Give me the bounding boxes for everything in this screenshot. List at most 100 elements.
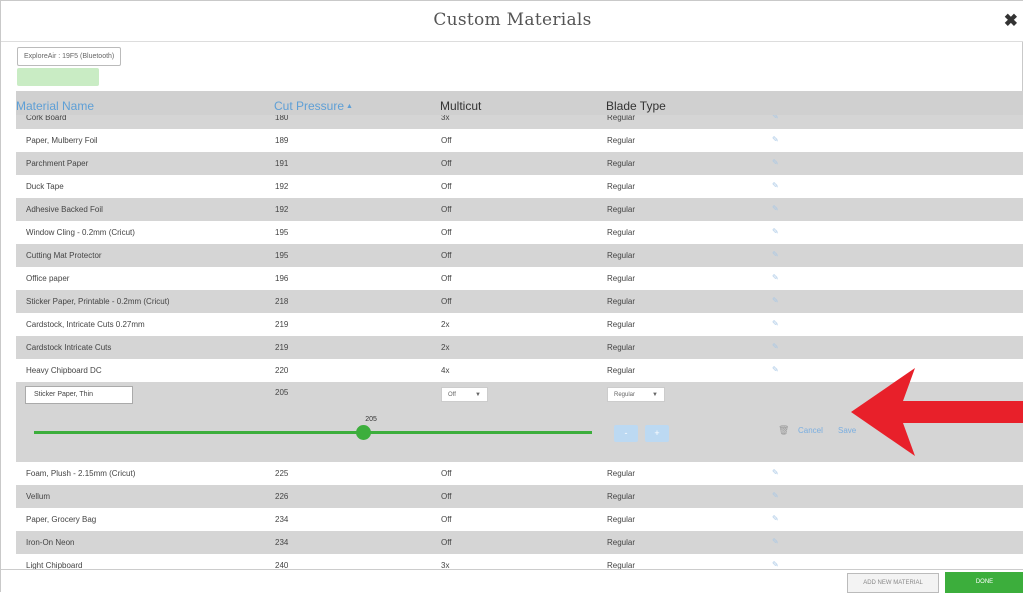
- close-icon[interactable]: ✖: [1004, 11, 1018, 31]
- cut-pressure-cell: 219: [275, 343, 289, 352]
- table-row[interactable]: Vellum 226 Off Regular ✎: [16, 485, 1023, 508]
- column-header-multicut: Multicut: [440, 99, 482, 113]
- dialog-title: Custom Materials: [433, 10, 592, 30]
- blade-type-cell: Regular: [607, 136, 636, 145]
- cancel-button[interactable]: Cancel: [798, 426, 823, 435]
- material-name-input[interactable]: Sticker Paper, Thin: [25, 386, 133, 404]
- table-row[interactable]: Window Cling - 0.2mm (Cricut) 195 Off Regul…: [16, 221, 1023, 244]
- table-row[interactable]: Iron-On Neon 234 Off Regular ✎: [16, 531, 1023, 554]
- cut-pressure-cell: 192: [275, 205, 289, 214]
- blade-type-cell: Regular: [607, 182, 636, 191]
- edit-icon[interactable]: ✎: [772, 250, 779, 259]
- cut-pressure-header-label: Cut Pressure: [274, 99, 345, 113]
- table-row[interactable]: Cardstock, Intricate Cuts 0.27mm 219 2x Reg…: [16, 313, 1023, 336]
- pressure-slider-value: 205: [365, 416, 377, 423]
- pressure-increment-button[interactable]: +: [645, 425, 669, 442]
- multicut-select[interactable]: Off ▼: [441, 387, 488, 402]
- trash-icon[interactable]: 🗑: [778, 425, 789, 436]
- table-row[interactable]: Cardstock Intricate Cuts 219 2x Regular ✎: [16, 336, 1023, 359]
- edit-icon[interactable]: ✎: [772, 365, 779, 374]
- done-button[interactable]: DONE: [945, 572, 1023, 593]
- edit-icon[interactable]: ✎: [772, 227, 779, 236]
- blade-type-cell: Regular: [607, 297, 636, 306]
- edit-icon[interactable]: ✎: [772, 296, 779, 305]
- edit-icon[interactable]: ✎: [772, 273, 779, 282]
- blade-type-select[interactable]: Regular ▼: [607, 387, 665, 402]
- chevron-down-icon: ▼: [652, 392, 658, 398]
- material-name-cell: Adhesive Backed Foil: [26, 205, 103, 214]
- edit-icon[interactable]: ✎: [772, 560, 779, 569]
- table-header: Material Name Cut Pressure ▲ Multicut Bla…: [16, 91, 1023, 115]
- multicut-cell: Off: [441, 251, 452, 260]
- material-name-cell: Cutting Mat Protector: [26, 251, 102, 260]
- blade-type-cell: Regular: [607, 366, 636, 375]
- cut-pressure-cell: 195: [275, 251, 289, 260]
- materials-table: Material Name Cut Pressure ▲ Multicut Bla…: [16, 91, 1023, 569]
- red-arrow-annotation: [851, 368, 1023, 456]
- edit-icon[interactable]: ✎: [772, 468, 779, 477]
- material-name-cell: Heavy Chipboard DC: [26, 366, 102, 375]
- column-header-cut-pressure[interactable]: Cut Pressure ▲: [274, 99, 353, 113]
- edit-icon[interactable]: ✎: [772, 319, 779, 328]
- pressure-decrement-button[interactable]: -: [614, 425, 638, 442]
- multicut-cell: Off: [441, 492, 452, 501]
- pressure-slider-handle[interactable]: [356, 425, 372, 440]
- blade-type-cell: Regular: [607, 343, 636, 352]
- pressure-slider-track[interactable]: [34, 431, 592, 434]
- table-row[interactable]: Office paper 196 Off Regular ✎: [16, 267, 1023, 290]
- machine-selector[interactable]: ExploreAir : 19F5 (Bluetooth): [17, 47, 122, 66]
- cut-pressure-cell: 219: [275, 320, 289, 329]
- table-row[interactable]: Paper, Mulberry Foil 189 Off Regular ✎: [16, 129, 1023, 152]
- cut-pressure-cell: 218: [275, 297, 289, 306]
- table-row[interactable]: Foam, Plush - 2.15mm (Cricut) 225 Off Regul…: [16, 462, 1023, 485]
- material-name-cell: Light Chipboard: [26, 561, 83, 569]
- table-row[interactable]: Parchment Paper 191 Off Regular ✎: [16, 152, 1023, 175]
- table-row[interactable]: Cutting Mat Protector 195 Off Regular ✎: [16, 244, 1023, 267]
- cut-pressure-cell: 225: [275, 469, 289, 478]
- sort-ascending-icon: ▲: [346, 103, 353, 111]
- edit-icon[interactable]: ✎: [772, 181, 779, 190]
- multicut-cell: Off: [441, 159, 452, 168]
- blade-type-cell: Regular: [607, 274, 636, 283]
- multicut-cell: Off: [441, 274, 452, 283]
- cut-pressure-cell: 220: [275, 366, 289, 375]
- edit-icon[interactable]: ✎: [772, 135, 779, 144]
- multicut-cell: Off: [441, 228, 452, 237]
- table-row[interactable]: Light Chipboard 240 3x Regular ✎: [16, 554, 1023, 569]
- multicut-cell: Off: [441, 136, 452, 145]
- arrow-shape: [851, 368, 1023, 456]
- add-new-material-button[interactable]: ADD NEW MATERIAL: [847, 573, 939, 593]
- edit-icon[interactable]: ✎: [772, 514, 779, 523]
- blade-select-value: Regular: [614, 392, 636, 398]
- blade-type-cell: Regular: [607, 320, 636, 329]
- table-row[interactable]: Paper, Grocery Bag 234 Off Regular ✎: [16, 508, 1023, 531]
- column-header-material-name[interactable]: Material Name: [16, 99, 94, 113]
- table-row[interactable]: Adhesive Backed Foil 192 Off Regular ✎: [16, 198, 1023, 221]
- edit-icon[interactable]: ✎: [772, 537, 779, 546]
- edit-icon[interactable]: ✎: [772, 342, 779, 351]
- title-bar: Custom Materials ✖: [1, 1, 1023, 42]
- green-action-button[interactable]: [17, 68, 99, 86]
- edit-icon[interactable]: ✎: [772, 204, 779, 213]
- multicut-cell: 4x: [441, 366, 450, 375]
- table-row[interactable]: Duck Tape 192 Off Regular ✎: [16, 175, 1023, 198]
- cut-pressure-cell: 234: [275, 538, 289, 547]
- blade-type-cell: Regular: [607, 251, 636, 260]
- material-name-cell: Iron-On Neon: [26, 538, 75, 547]
- multicut-cell: Off: [441, 297, 452, 306]
- edit-icon[interactable]: ✎: [772, 491, 779, 500]
- blade-type-cell: Regular: [607, 538, 636, 547]
- table-row[interactable]: Sticker Paper, Printable - 0.2mm (Cricut…: [16, 290, 1023, 313]
- multicut-cell: 2x: [441, 343, 450, 352]
- dialog-footer: ADD NEW MATERIAL DONE: [1, 569, 1023, 594]
- cut-pressure-cell: 226: [275, 492, 289, 501]
- column-header-blade-type: Blade Type: [606, 99, 666, 113]
- multicut-cell: 2x: [441, 320, 450, 329]
- blade-type-cell: Regular: [607, 228, 636, 237]
- material-name-cell: Sticker Paper, Printable - 0.2mm (Cricut…: [26, 297, 170, 306]
- material-name-cell: Cardstock Intricate Cuts: [26, 343, 112, 352]
- material-name-cell: Paper, Mulberry Foil: [26, 136, 98, 145]
- material-name-cell: Paper, Grocery Bag: [26, 515, 97, 524]
- edit-icon[interactable]: ✎: [772, 158, 779, 167]
- multicut-cell: 3x: [441, 561, 450, 569]
